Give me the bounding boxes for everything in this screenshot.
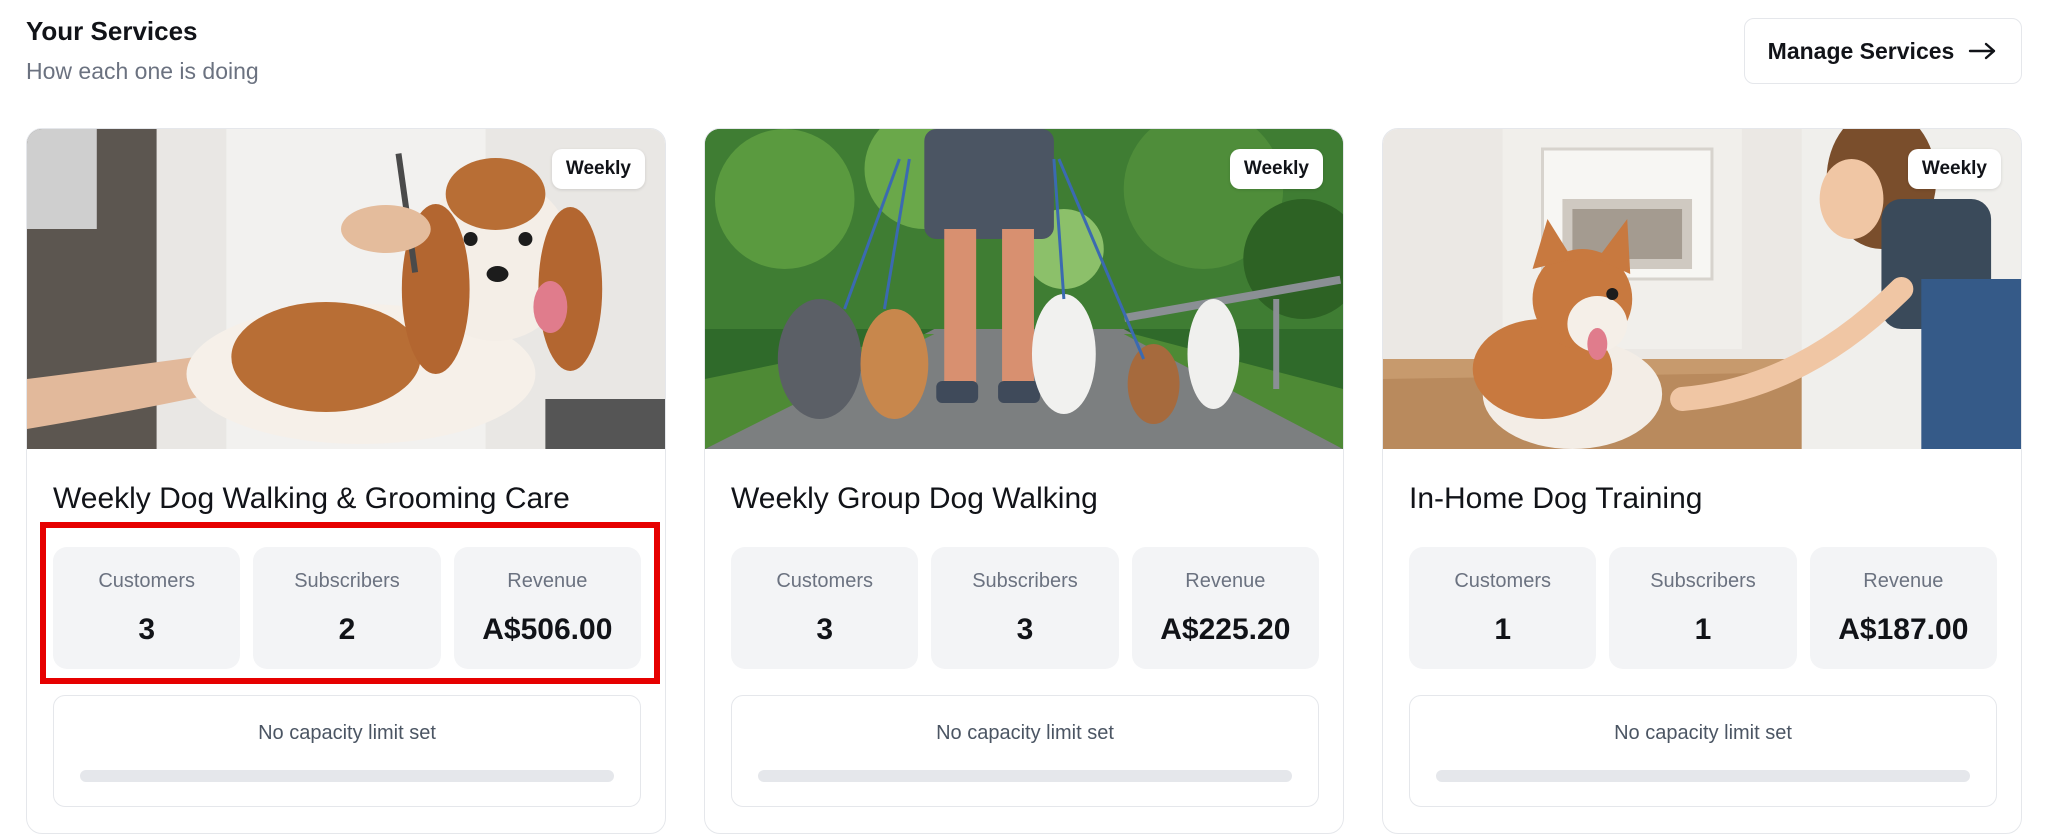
services-panel: Your Services How each one is doing Mana… — [0, 0, 2048, 835]
section-header: Your Services How each one is doing — [26, 14, 259, 86]
stat-value: A$506.00 — [482, 613, 613, 646]
capacity-bar — [758, 770, 1292, 782]
service-stats: Customers 3 Subscribers 2 Revenue A$506.… — [53, 547, 641, 669]
service-stats: Customers 3 Subscribers 3 Revenue A$225.… — [731, 547, 1319, 669]
stat-value: A$225.20 — [1160, 613, 1291, 646]
stat-label: Customers — [776, 570, 874, 592]
service-title: Weekly Group Dog Walking — [731, 482, 1098, 515]
stat-value: 3 — [138, 613, 155, 646]
frequency-badge: Weekly — [1229, 149, 1323, 189]
stat-value: A$187.00 — [1838, 613, 1969, 646]
stat-value: 3 — [816, 613, 833, 646]
stat-value: 1 — [1494, 613, 1511, 646]
stat-label: Subscribers — [294, 570, 400, 592]
section-subtitle: How each one is doing — [26, 58, 259, 84]
arrow-right-icon — [1969, 42, 1996, 60]
stat-label: Revenue — [507, 570, 588, 592]
stat-customers: Customers 3 — [53, 547, 241, 669]
stat-customers: Customers 1 — [1409, 547, 1597, 669]
section-title: Your Services — [26, 16, 198, 46]
stat-value: 2 — [338, 613, 356, 646]
capacity-text: No capacity limit set — [1614, 722, 1792, 744]
service-card[interactable]: Weekly Weekly Dog Walking & Grooming Car… — [26, 128, 666, 834]
stat-subscribers: Subscribers 3 — [931, 547, 1119, 669]
manage-services-button[interactable]: Manage Services — [1744, 18, 2022, 84]
service-card[interactable]: Weekly In-Home Dog Training Customers 1 … — [1382, 128, 2022, 834]
stat-label: Revenue — [1863, 570, 1944, 592]
stat-label: Subscribers — [972, 570, 1078, 592]
service-title: In-Home Dog Training — [1409, 482, 1703, 515]
frequency-badge: Weekly — [551, 149, 645, 189]
stat-label: Customers — [1454, 570, 1552, 592]
capacity-bar — [80, 770, 614, 782]
stat-revenue: Revenue A$225.20 — [1131, 547, 1319, 669]
stat-label: Subscribers — [1650, 570, 1756, 592]
stat-customers: Customers 3 — [731, 547, 919, 669]
stat-label: Customers — [98, 570, 196, 592]
stat-value: 3 — [1016, 613, 1034, 646]
service-card[interactable]: Weekly Weekly Group Dog Walking Customer… — [704, 128, 1344, 834]
service-image: Weekly — [1383, 129, 2021, 449]
service-stats: Customers 1 Subscribers 1 Revenue A$187.… — [1409, 547, 1997, 669]
capacity-box: No capacity limit set — [53, 695, 641, 807]
frequency-badge: Weekly — [1907, 149, 2001, 189]
capacity-box: No capacity limit set — [731, 695, 1319, 807]
stat-subscribers: Subscribers 1 — [1609, 547, 1797, 669]
capacity-box: No capacity limit set — [1409, 695, 1997, 807]
service-title: Weekly Dog Walking & Grooming Care — [53, 482, 570, 515]
stat-value: 1 — [1694, 613, 1712, 646]
capacity-text: No capacity limit set — [936, 722, 1114, 744]
service-image: Weekly — [27, 129, 665, 449]
stat-label: Revenue — [1185, 570, 1266, 592]
stat-subscribers: Subscribers 2 — [253, 547, 441, 669]
capacity-bar — [1436, 770, 1970, 782]
service-image: Weekly — [705, 129, 1343, 449]
capacity-text: No capacity limit set — [258, 722, 436, 744]
stat-revenue: Revenue A$187.00 — [1809, 547, 1997, 669]
stat-revenue: Revenue A$506.00 — [453, 547, 641, 669]
manage-services-label: Manage Services — [1767, 37, 1955, 64]
